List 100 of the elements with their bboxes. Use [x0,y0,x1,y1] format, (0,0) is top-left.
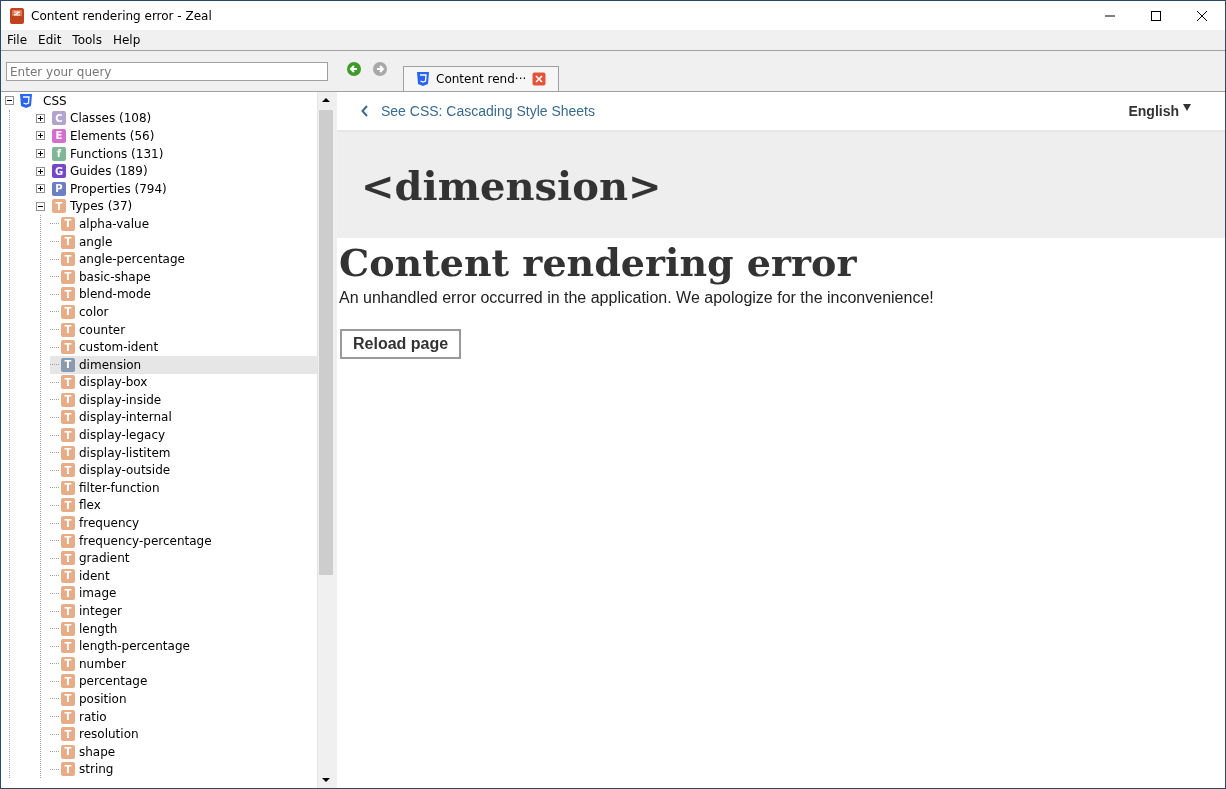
tree-item[interactable]: T basic-shape [50,267,317,286]
type-icon: T [61,269,75,284]
menu-item[interactable]: File [7,33,28,47]
tree-item[interactable]: T angle-percentage [50,250,317,268]
tree-item[interactable]: T string [50,760,317,779]
expander-icon[interactable] [36,131,45,141]
back-icon[interactable] [346,61,362,77]
search-field[interactable]: Enter your query [6,62,328,81]
expander-icon[interactable] [36,201,45,211]
type-icon: T [61,357,75,372]
tree-item[interactable]: T ratio [50,707,317,726]
type-icon: T [61,322,75,337]
tree-item[interactable]: Guides (189) [66,164,148,179]
type-icon: T [61,216,75,231]
category-icon: G [52,164,66,179]
scroll-thumb[interactable] [319,110,333,575]
type-icon: T [61,445,75,460]
tree-item[interactable]: T dimension [50,355,317,374]
expander-icon[interactable] [36,149,45,159]
tree-item[interactable]: Functions (131) [66,146,164,161]
type-icon: T [61,727,75,742]
tree-item[interactable]: T counter [50,320,317,339]
tree-item[interactable]: T flex [50,496,317,515]
tree-item[interactable]: T custom-ident [50,338,317,356]
tree-item[interactable]: Properties (794) [66,181,167,196]
type-icon: T [61,410,75,425]
tree-item[interactable]: T integer [50,602,317,620]
type-icon: T [61,287,75,302]
type-icon: T [61,674,75,689]
menu-item[interactable]: Edit [38,33,62,47]
tree-item[interactable]: T display-legacy [50,426,317,444]
tree-item[interactable]: T alpha-value [50,215,317,233]
tree-item[interactable]: Types (37) [66,199,133,214]
tree-item[interactable]: T angle [50,232,317,251]
type-icon: T [61,498,75,513]
type-icon: T [61,252,75,267]
tree-item[interactable]: T display-inside [50,391,317,409]
category-icon: P [52,181,66,196]
tree-item[interactable]: T ident [50,567,317,585]
type-icon: T [61,656,75,671]
tree-item[interactable]: T percentage [50,672,317,691]
expander-icon[interactable] [36,184,45,194]
tree-item[interactable]: T display-outside [50,461,317,480]
type-icon: T [61,639,75,654]
caret-icon [1183,103,1191,111]
scrollbar[interactable] [317,92,334,788]
tree-item[interactable]: T gradient [50,549,317,568]
error-message: An unhandled error occurred in the application. We apologize for the inconvenience! [339,289,934,307]
expander-icon[interactable] [36,166,45,176]
chevron-left-icon [361,105,369,117]
type-icon: T [61,568,75,583]
tree-item[interactable]: T image [50,584,317,603]
tab[interactable]: Content rend··· [403,66,560,91]
category-icon: f [52,146,66,161]
type-icon: T [61,621,75,636]
expander-icon[interactable] [36,113,45,123]
tree-item[interactable]: T number [50,655,317,673]
type-icon: T [61,692,75,706]
type-icon: T [61,480,75,495]
tree-item[interactable]: T frequency-percentage [50,531,317,550]
app-logo-icon [9,6,25,25]
window-title: Content rendering error - Zeal [31,8,212,23]
menu-item[interactable]: Tools [72,33,102,47]
back-link[interactable]: See CSS: Cascading Style Sheets [361,103,595,119]
tree-item[interactable]: T color [50,303,317,321]
category-icon: C [52,111,66,126]
type-icon: T [61,463,75,478]
tree-item[interactable]: T display-box [50,373,317,392]
type-icon: T [61,516,75,531]
type-icon: T [61,709,75,724]
type-icon: T [61,428,75,443]
expander-icon[interactable] [5,96,14,106]
tree-item[interactable]: T length-percentage [50,637,317,655]
type-icon: T [61,586,75,601]
tree-item[interactable]: T resolution [50,725,317,743]
type-icon: T [61,234,75,249]
error-title: Content rendering error [339,240,857,285]
tree-item[interactable]: T length [50,619,317,638]
tree-item[interactable]: T display-internal [50,408,317,427]
menu-item[interactable]: Help [112,33,141,47]
type-icon: T [61,762,75,777]
tree-item[interactable]: T shape [50,742,317,761]
tree-item[interactable]: T filter-function [50,479,317,497]
tree-item[interactable]: Elements (56) [66,129,155,143]
tree-item[interactable]: T blend-mode [50,285,317,304]
type-icon: T [61,340,75,355]
language-dropdown[interactable]: English [1128,103,1191,119]
tree-item[interactable]: CSS [39,93,67,108]
page-heading: <dimension> [361,161,662,209]
maximize-icon[interactable] [1150,9,1162,22]
type-icon: T [61,533,75,548]
reload-button[interactable]: Reload page [340,329,462,359]
tree-item[interactable]: T position [50,690,317,708]
type-icon: T [61,304,75,319]
tree-item[interactable]: Classes (108) [66,111,152,126]
type-icon: T [61,744,75,759]
category-icon: T [52,199,66,214]
close-icon[interactable] [1196,9,1208,22]
tree-item[interactable]: T frequency [50,514,317,532]
tree-item[interactable]: T display-listitem [50,443,317,462]
